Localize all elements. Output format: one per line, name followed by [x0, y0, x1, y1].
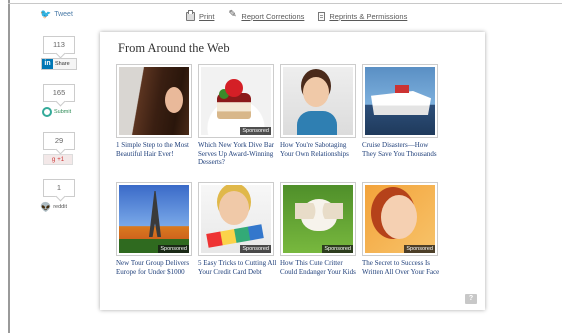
- stumbleupon-label: Submit: [54, 109, 72, 115]
- card-caption[interactable]: How This Cute Critter Could Endanger You…: [280, 259, 360, 276]
- help-icon[interactable]: ?: [465, 294, 477, 304]
- reddit-button[interactable]: 👽 reddit: [40, 201, 84, 213]
- print-link[interactable]: Print: [186, 9, 214, 23]
- card-thumbnail[interactable]: Sponsored: [280, 182, 356, 256]
- document-icon: [318, 11, 326, 21]
- card-caption[interactable]: 5 Easy Tricks to Cutting All Your Credit…: [198, 259, 278, 276]
- recommendation-card[interactable]: Sponsored New Tour Group Delivers Europe…: [116, 182, 192, 276]
- credit-cards-photo: [201, 185, 271, 253]
- report-corrections-link[interactable]: Report Corrections: [228, 9, 304, 23]
- recommendation-card[interactable]: Sponsored How This Cute Critter Could En…: [280, 182, 356, 276]
- sponsored-badge: Sponsored: [240, 127, 271, 135]
- linkedin-share-label: Share: [55, 61, 70, 67]
- googleplus-icon: g: [51, 156, 56, 163]
- card-thumbnail[interactable]: [116, 64, 192, 138]
- reprints-permissions-link[interactable]: Reprints & Permissions: [318, 9, 407, 23]
- linkedin-share-button[interactable]: in Share: [41, 58, 77, 70]
- linkedin-icon: in: [42, 59, 53, 69]
- report-corrections-label: Report Corrections: [241, 11, 305, 21]
- sponsored-badge: Sponsored: [404, 245, 435, 253]
- sponsored-badge: Sponsored: [322, 245, 353, 253]
- smiling-woman-photo: [365, 185, 435, 253]
- card-thumbnail[interactable]: Sponsored: [116, 182, 192, 256]
- recommendation-card[interactable]: Sponsored The Secret to Success Is Writt…: [362, 182, 439, 276]
- stumbleupon-icon: [42, 107, 52, 117]
- reddit-count: 1: [43, 179, 75, 197]
- sponsored-badge: Sponsored: [158, 245, 189, 253]
- recommendation-card[interactable]: Cruise Disasters—How They Save You Thous…: [362, 64, 438, 158]
- reddit-alien-icon: 👽: [40, 201, 52, 212]
- card-caption[interactable]: How You're Sabotaging Your Own Relations…: [280, 141, 360, 158]
- reprints-permissions-label: Reprints & Permissions: [329, 11, 408, 21]
- card-caption[interactable]: Which New York Dive Bar Serves Up Award-…: [198, 141, 278, 167]
- card-thumbnail[interactable]: [280, 64, 356, 138]
- recommendation-widget: From Around the Web 1 Simple Step to the…: [100, 32, 485, 310]
- card-thumbnail[interactable]: Sponsored: [198, 182, 274, 256]
- reddit-label: reddit: [53, 204, 67, 210]
- thinking-woman-photo: [283, 67, 353, 135]
- twitter-bird-icon: 🐦: [40, 9, 52, 19]
- dessert-photo: [201, 67, 271, 135]
- stumbleupon-count: 165: [43, 84, 75, 102]
- print-label: Print: [199, 11, 215, 21]
- card-thumbnail[interactable]: Sponsored: [362, 182, 438, 256]
- printer-icon: [186, 9, 195, 21]
- googleplus-count: 29: [43, 132, 75, 150]
- googleplus-label: +1: [57, 156, 65, 163]
- card-thumbnail[interactable]: Sponsored: [198, 64, 274, 138]
- card-caption[interactable]: New Tour Group Delivers Europe for Under…: [116, 259, 196, 276]
- recommendation-card[interactable]: How You're Sabotaging Your Own Relations…: [280, 64, 356, 158]
- sponsored-badge: Sponsored: [240, 245, 271, 253]
- tweet-label: Tweet: [54, 11, 73, 18]
- pencil-icon: [228, 9, 237, 21]
- widget-title: From Around the Web: [118, 41, 230, 55]
- page-border-top: [8, 3, 562, 4]
- cruise-ship-photo: [365, 67, 435, 135]
- woman-hair-photo: [119, 67, 189, 135]
- card-thumbnail[interactable]: [362, 64, 438, 138]
- social-share-column: 113 in Share 165 Submit 29 g +1 1 👽 redd…: [38, 36, 84, 213]
- googleplus-button[interactable]: g +1: [43, 154, 73, 165]
- card-caption[interactable]: The Secret to Success Is Written All Ove…: [362, 259, 442, 276]
- page-border-left: [8, 0, 10, 333]
- card-caption[interactable]: 1 Simple Step to the Most Beautiful Hair…: [116, 141, 196, 158]
- tweet-button[interactable]: 🐦 Tweet: [40, 9, 73, 20]
- linkedin-share-count: 113: [43, 36, 75, 54]
- puppy-photo: [283, 185, 353, 253]
- recommendation-card[interactable]: Sponsored 5 Easy Tricks to Cutting All Y…: [198, 182, 276, 276]
- card-caption[interactable]: Cruise Disasters—How They Save You Thous…: [362, 141, 442, 158]
- recommendation-card[interactable]: 1 Simple Step to the Most Beautiful Hair…: [116, 64, 192, 158]
- article-toolbar: Print Report Corrections Reprints & Perm…: [186, 9, 407, 23]
- eiffel-tower-photo: [119, 185, 189, 253]
- stumbleupon-submit-button[interactable]: Submit: [42, 106, 84, 118]
- recommendation-card[interactable]: Sponsored Which New York Dive Bar Serves…: [198, 64, 274, 167]
